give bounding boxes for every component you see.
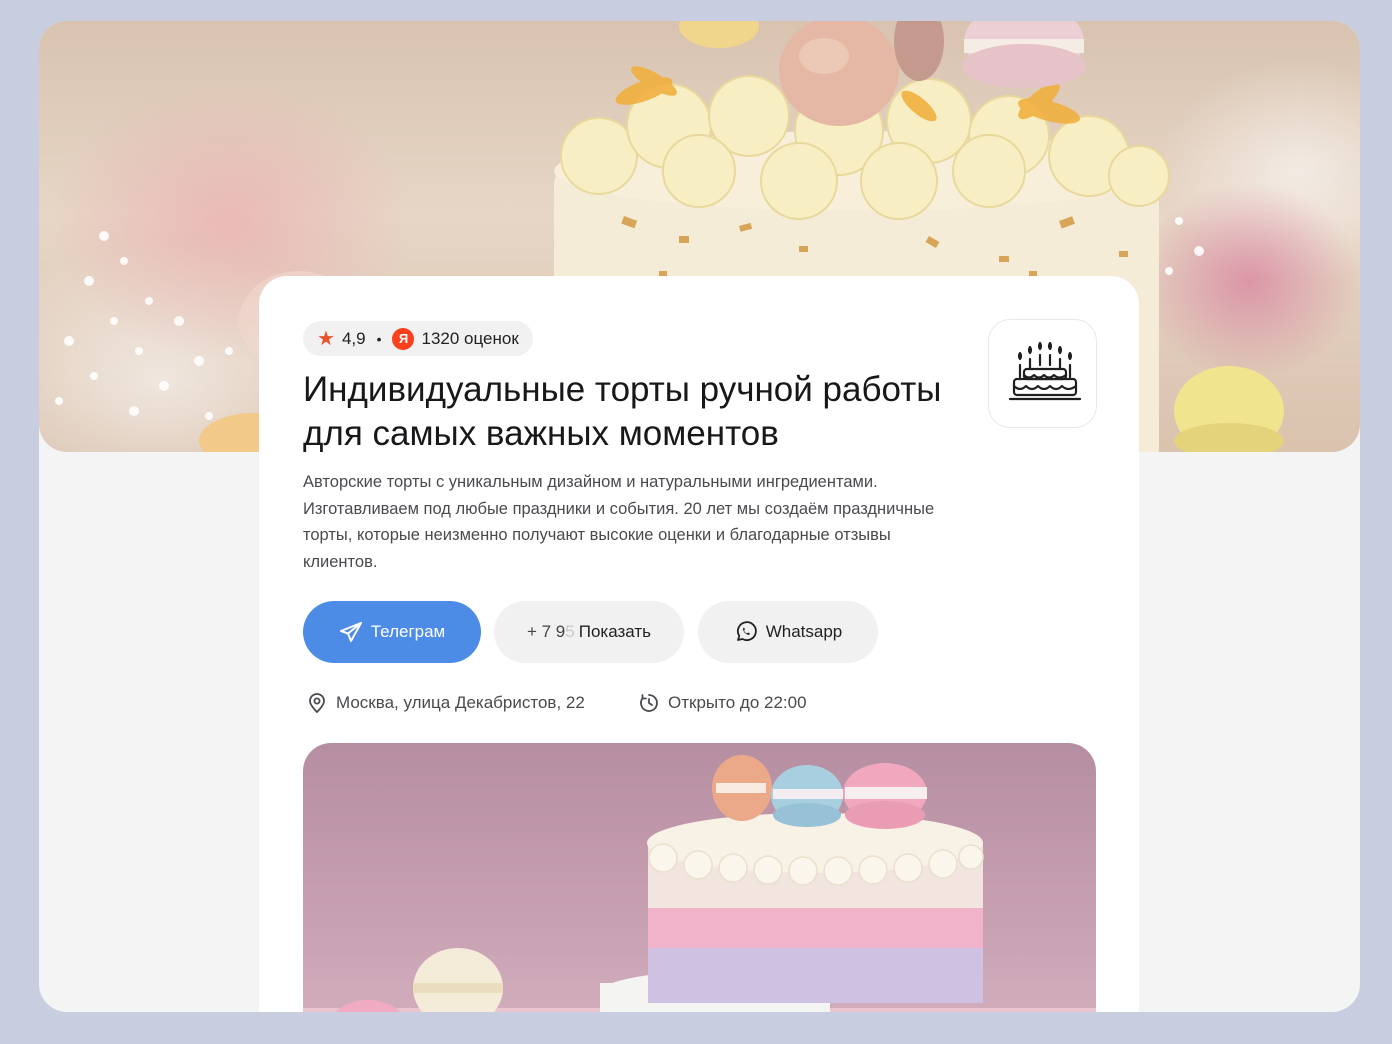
show-phone-button[interactable]: + 7 9 5 Показать: [494, 601, 684, 663]
address-text: Москва, улица Декабристов, 22: [336, 693, 585, 712]
rating-separator: •: [376, 330, 382, 347]
telegram-button[interactable]: Телеграм: [303, 601, 481, 663]
business-logo: [988, 319, 1097, 428]
star-icon: ★: [317, 327, 335, 350]
rating-score: 4,9: [341, 328, 366, 348]
address[interactable]: Москва, улица Декабристов, 22: [306, 690, 585, 716]
reviews-count: 1320 оценок: [421, 328, 519, 348]
page-frame: ★ 4,9 • Я 1320 оценок Индивидуальные тор…: [39, 21, 1360, 1012]
whatsapp-button-label: Whatsapp: [765, 622, 843, 641]
cake-logo-icon: [1008, 341, 1081, 400]
opening-hours-text: Открыто до 22:00: [668, 693, 807, 712]
telegram-button-label: Телеграм: [370, 622, 446, 641]
page-title: Индивидуальные торты ручной работы для с…: [303, 370, 942, 453]
whatsapp-button[interactable]: Whatsapp: [698, 601, 878, 663]
location-pin-icon: [309, 693, 325, 714]
description: Авторские торты с уникальным дизайном и …: [303, 473, 935, 571]
gallery-photo[interactable]: [303, 743, 1096, 1012]
phone-prefix: + 7 9: [526, 622, 566, 641]
business-card: ★ 4,9 • Я 1320 оценок Индивидуальные тор…: [259, 276, 1139, 1012]
clock-icon: [640, 694, 658, 712]
phone-hidden-digits: 5: [565, 622, 575, 641]
telegram-icon: [339, 622, 362, 642]
opening-hours: Открыто до 22:00: [638, 690, 807, 716]
yandex-icon: Я: [392, 327, 415, 350]
macaron-cake-illustration: [303, 755, 1096, 1012]
whatsapp-icon: [736, 621, 757, 642]
show-phone-label: Показать: [578, 622, 652, 641]
rating-pill[interactable]: ★ 4,9 • Я 1320 оценок: [303, 321, 533, 356]
